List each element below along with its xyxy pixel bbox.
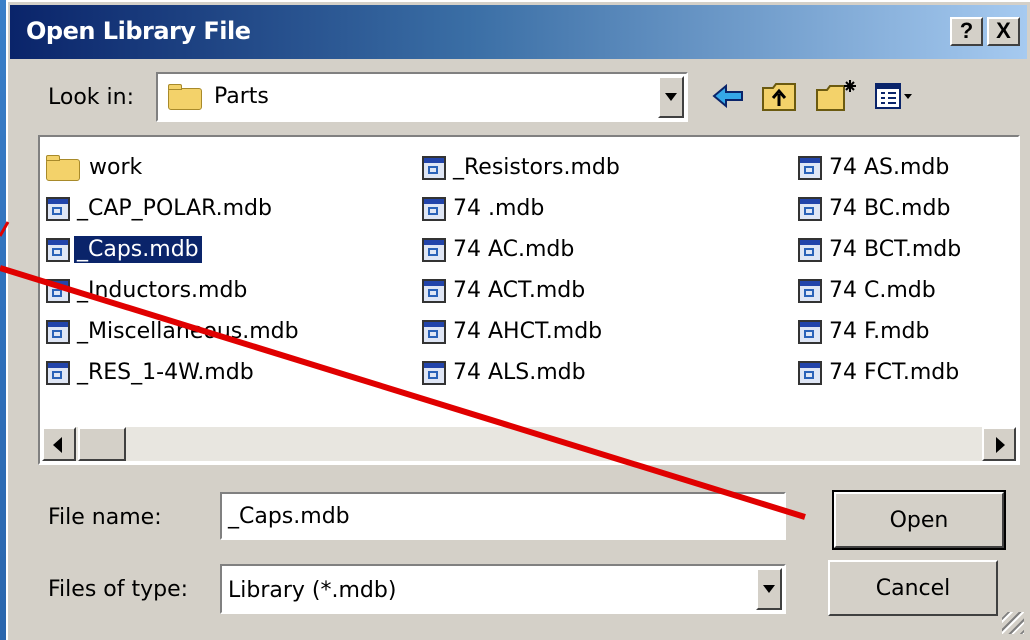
database-file-icon [422,196,446,221]
help-button[interactable]: ? [950,17,983,46]
file-item[interactable]: _Caps.mdb [46,229,302,270]
file-item[interactable]: 74 FCT.mdb [798,352,964,393]
database-file-icon [798,278,822,303]
database-file-icon [422,237,446,262]
files-of-type-value: Library (*.mdb) [228,578,397,603]
file-item[interactable]: 74 ALS.mdb [422,352,623,393]
scroll-thumb[interactable] [78,427,126,461]
database-file-icon [46,196,70,221]
file-item[interactable]: 74 AC.mdb [422,229,623,270]
database-file-icon [422,319,446,344]
file-item[interactable]: _CAP_POLAR.mdb [46,188,302,229]
database-file-icon [46,319,70,344]
file-name-text: work [89,155,143,180]
file-list[interactable]: work _CAP_POLAR.mdb _Caps.mdb _Inductors.md… [38,135,1020,465]
file-name-value: _Caps.mdb [228,504,350,529]
file-name-text: 74 BCT.mdb [829,237,962,262]
files-of-type-combo[interactable]: Library (*.mdb) [220,564,786,614]
file-name-text: _Resistors.mdb [453,155,620,180]
chevron-right-icon [996,437,1005,453]
file-name-field[interactable]: _Caps.mdb [220,492,786,540]
folder-icon [168,84,204,110]
chevron-down-icon [763,585,775,593]
file-name-text: 74 FCT.mdb [829,360,960,385]
file-item[interactable]: 74 BCT.mdb [798,229,964,270]
file-column: _Resistors.mdb 74 .mdb 74 AC.mdb 74 ACT.mdb… [422,147,623,393]
file-name-text: _Miscellaneous.mdb [77,319,299,344]
database-file-icon [798,237,822,262]
file-name-text: 74 AHCT.mdb [453,319,603,344]
folder-item[interactable]: work [46,147,302,188]
look-in-label: Look in: [48,85,134,110]
file-name-text: 74 AC.mdb [453,237,575,262]
file-item[interactable]: 74 .mdb [422,188,623,229]
file-name-text: 74 AS.mdb [829,155,950,180]
look-in-dropdown-button[interactable] [658,76,684,118]
window-title: Open Library File [26,17,251,45]
chevron-left-icon [53,437,62,453]
file-name-label: File name: [48,505,162,530]
database-file-icon [46,360,70,385]
close-button[interactable]: X [987,17,1020,46]
file-name-text: 74 .mdb [453,196,545,221]
database-file-icon [422,360,446,385]
file-name-text: _Inductors.mdb [77,278,248,303]
file-item[interactable]: _Resistors.mdb [422,147,623,188]
chevron-down-icon [665,93,677,101]
view-menu-icon[interactable] [874,78,914,114]
file-column: 74 AS.mdb 74 BC.mdb 74 BCT.mdb 74 C.mdb 74 F… [798,147,964,393]
file-name-text: _RES_1-4W.mdb [77,360,254,385]
database-file-icon [46,278,70,303]
file-name-text: 74 BC.mdb [829,196,951,221]
database-file-icon [798,360,822,385]
look-in-value: Parts [214,84,269,109]
open-library-dialog: Open Library File ? X Look in: Parts wor… [6,0,1030,640]
cancel-button[interactable]: Cancel [828,560,998,616]
file-name-text: _Caps.mdb [74,236,202,263]
scroll-left-button[interactable] [42,427,76,461]
database-file-icon [798,196,822,221]
new-folder-icon[interactable] [814,78,858,114]
file-column: work _CAP_POLAR.mdb _Caps.mdb _Inductors.md… [46,147,302,393]
files-of-type-dropdown-button[interactable] [756,568,782,610]
scroll-right-button[interactable] [982,427,1016,461]
file-name-text: 74 ALS.mdb [453,360,586,385]
database-file-icon [798,155,822,180]
database-file-icon [422,278,446,303]
database-file-icon [46,237,70,262]
up-folder-icon[interactable] [760,78,798,114]
file-item[interactable]: 74 ACT.mdb [422,270,623,311]
file-item[interactable]: _Inductors.mdb [46,270,302,311]
file-name-text: 74 C.mdb [829,278,936,303]
database-file-icon [798,319,822,344]
database-file-icon [422,155,446,180]
file-item[interactable]: 74 F.mdb [798,311,964,352]
open-button[interactable]: Open [832,490,1006,550]
file-item[interactable]: 74 AHCT.mdb [422,311,623,352]
file-item[interactable]: 74 C.mdb [798,270,964,311]
files-of-type-label: Files of type: [48,577,189,602]
file-item[interactable]: _RES_1-4W.mdb [46,352,302,393]
back-arrow-icon[interactable] [710,78,746,114]
file-name-text: _CAP_POLAR.mdb [77,196,272,221]
file-name-text: 74 ACT.mdb [453,278,586,303]
file-item[interactable]: 74 BC.mdb [798,188,964,229]
folder-icon [46,154,82,181]
file-name-text: 74 F.mdb [829,319,930,344]
resize-grip[interactable] [1002,612,1024,634]
horizontal-scrollbar[interactable] [42,427,1016,461]
title-bar[interactable]: Open Library File ? X [10,5,1027,59]
file-item[interactable]: 74 AS.mdb [798,147,964,188]
look-in-combo[interactable]: Parts [156,72,688,122]
file-item[interactable]: _Miscellaneous.mdb [46,311,302,352]
